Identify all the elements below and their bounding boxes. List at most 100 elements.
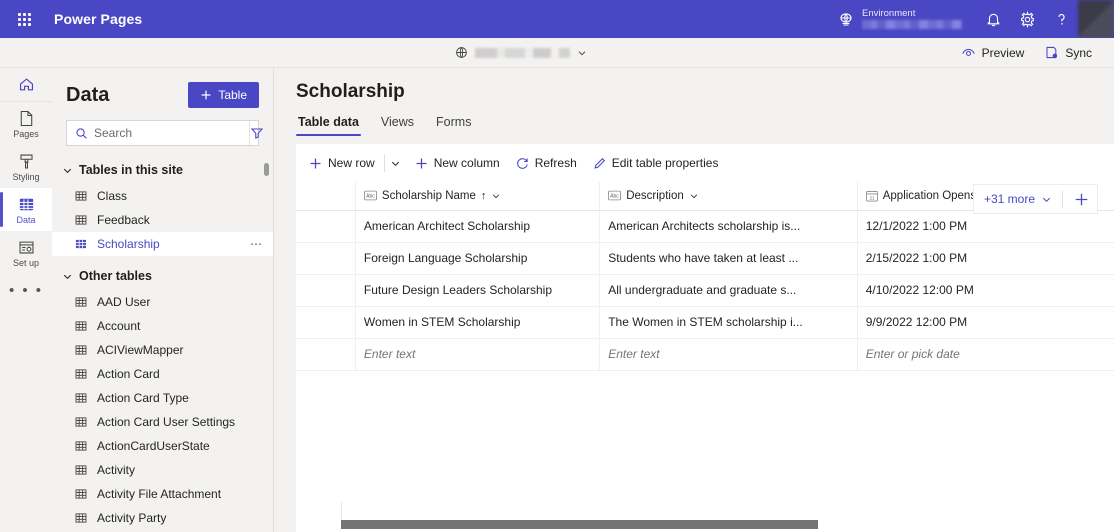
new-row-dropdown-button[interactable] xyxy=(383,154,406,172)
sync-button[interactable]: Sync xyxy=(1036,41,1100,64)
table-item-class[interactable]: Class xyxy=(52,184,273,208)
new-cell-application-opens[interactable]: Enter or pick date xyxy=(857,338,1114,371)
chevron-down-icon[interactable] xyxy=(491,191,501,201)
table-item-scholarship[interactable]: Scholarship ⋯ xyxy=(52,232,273,256)
cell-application-opens[interactable]: 12/1/2022 1:00 PM xyxy=(857,210,1114,243)
table-item-aciviewmapper[interactable]: ACIViewMapper xyxy=(52,338,273,362)
tab-forms[interactable]: Forms xyxy=(434,111,473,136)
preview-button[interactable]: Preview xyxy=(953,41,1033,64)
new-cell-description[interactable]: Enter text xyxy=(599,338,858,371)
search-input[interactable] xyxy=(94,126,249,140)
table-item-action-card[interactable]: Action Card xyxy=(52,362,273,386)
table-item-label: Action Card User Settings xyxy=(97,415,236,429)
grid-scroll-thumb[interactable] xyxy=(341,520,818,529)
add-table-button[interactable]: Table xyxy=(188,82,259,108)
bell-icon[interactable] xyxy=(976,0,1010,38)
sidebar-item-data[interactable]: Data xyxy=(0,187,52,231)
page-title: Data xyxy=(66,83,110,106)
column-header-description[interactable]: Abc Description xyxy=(599,182,858,211)
text-type-icon: Abc xyxy=(364,190,377,201)
column-header-scholarship-name[interactable]: Abc Scholarship Name ↑ xyxy=(355,182,601,211)
tab-table-data[interactable]: Table data xyxy=(296,111,361,136)
chevron-down-icon[interactable] xyxy=(689,191,699,201)
cell-application-opens[interactable]: 4/10/2022 12:00 PM xyxy=(857,274,1114,307)
scroll-track-marker xyxy=(341,502,342,520)
avatar[interactable] xyxy=(1078,0,1114,38)
more-columns-button[interactable]: +31 more xyxy=(984,192,1052,206)
new-row-placeholder[interactable]: Enter text Enter text Enter or pick date… xyxy=(296,338,1114,371)
rail-overflow-button[interactable]: • • • xyxy=(0,274,52,308)
suite-header: Power Pages Environment xyxy=(0,0,1114,38)
tab-views[interactable]: Views xyxy=(379,111,416,136)
grid-horizontal-scrollbar[interactable] xyxy=(341,502,1086,529)
table-icon xyxy=(17,195,36,214)
new-column-button[interactable]: New column xyxy=(408,151,507,175)
group-tables-in-this-site[interactable]: Tables in this site xyxy=(52,156,273,184)
cell-scholarship-name[interactable]: Women in STEM Scholarship xyxy=(355,306,601,339)
cell-description[interactable]: American Architects scholarship is... xyxy=(599,210,858,243)
search-box[interactable] xyxy=(66,120,264,146)
cell-description[interactable]: Students who have taken at least ... xyxy=(599,242,858,275)
waffle-icon[interactable] xyxy=(0,0,48,38)
table-item-overflow-button[interactable]: ⋯ xyxy=(250,237,263,251)
table-item-feedback[interactable]: Feedback xyxy=(52,208,273,232)
cell-application-opens[interactable]: 2/15/2022 1:00 PM xyxy=(857,242,1114,275)
grid-toolbar: New row New column Refresh Edit table pr… xyxy=(296,144,1114,182)
row-selector[interactable] xyxy=(296,242,356,275)
refresh-button[interactable]: Refresh xyxy=(509,151,584,175)
table-item-activity-party[interactable]: Activity Party xyxy=(52,506,273,530)
group-label: Other tables xyxy=(79,269,152,283)
plus-icon xyxy=(309,157,322,170)
tree-scrollbar[interactable] xyxy=(264,163,269,176)
gear-icon[interactable] xyxy=(1010,0,1044,38)
cell-scholarship-name[interactable]: Future Design Leaders Scholarship xyxy=(355,274,601,307)
row-selector[interactable] xyxy=(296,274,356,307)
table-item-label: Account xyxy=(97,319,141,333)
filter-icon[interactable] xyxy=(249,121,264,145)
table-item-activity[interactable]: Activity xyxy=(52,458,273,482)
table-row[interactable]: Women in STEM Scholarship The Women in S… xyxy=(296,306,1114,339)
row-selector[interactable] xyxy=(296,306,356,339)
table-icon xyxy=(74,367,88,381)
edit-table-properties-button[interactable]: Edit table properties xyxy=(586,151,726,175)
table-item-activity-file-attachment[interactable]: Activity File Attachment xyxy=(52,482,273,506)
group-other-tables[interactable]: Other tables xyxy=(52,262,273,290)
table-row[interactable]: Future Design Leaders Scholarship All un… xyxy=(296,274,1114,307)
home-icon[interactable] xyxy=(0,68,52,102)
help-icon[interactable] xyxy=(1044,0,1078,38)
environment-picker[interactable]: Environment xyxy=(838,7,962,30)
sidebar-item-styling[interactable]: Styling xyxy=(0,145,52,188)
table-row[interactable]: Foreign Language Scholarship Students wh… xyxy=(296,242,1114,275)
sidebar-item-pages[interactable]: Pages xyxy=(0,102,52,145)
table-item-label: Activity xyxy=(97,463,136,477)
cell-scholarship-name[interactable]: American Architect Scholarship xyxy=(355,210,601,243)
table-item-action-card-user-settings[interactable]: Action Card User Settings xyxy=(52,410,273,434)
new-cell-scholarship-name[interactable]: Enter text xyxy=(355,338,601,371)
cell-scholarship-name[interactable]: Foreign Language Scholarship xyxy=(355,242,601,275)
sidebar-item-setup[interactable]: Set up xyxy=(0,231,52,274)
table-item-label: Class xyxy=(97,189,128,203)
grid-select-all-header[interactable] xyxy=(296,182,356,211)
sidebar-item-label: Pages xyxy=(13,129,39,139)
row-selector[interactable] xyxy=(296,210,356,243)
cell-description[interactable]: The Women in STEM scholarship i... xyxy=(599,306,858,339)
preview-icon xyxy=(961,45,976,60)
table-item-action-card-type[interactable]: Action Card Type xyxy=(52,386,273,410)
cell-description[interactable]: All undergraduate and graduate s... xyxy=(599,274,858,307)
table-icon xyxy=(74,319,88,333)
row-selector[interactable] xyxy=(296,338,356,371)
add-column-button[interactable] xyxy=(1069,187,1093,211)
column-header-label: Description xyxy=(626,189,684,202)
calendar-icon: 21 xyxy=(865,190,878,202)
environment-label: Environment xyxy=(862,7,916,19)
table-row[interactable]: American Architect Scholarship American … xyxy=(296,210,1114,243)
text-type-icon: Abc xyxy=(608,190,622,201)
new-row-button[interactable]: New row xyxy=(302,151,382,175)
table-item-actioncarduserstate[interactable]: ActionCardUserState xyxy=(52,434,273,458)
table-item-aad-user[interactable]: AAD User xyxy=(52,290,273,314)
table-item-account[interactable]: Account xyxy=(52,314,273,338)
site-selector[interactable] xyxy=(455,46,587,59)
chevron-down-icon[interactable] xyxy=(577,48,587,58)
cell-application-opens[interactable]: 9/9/2022 12:00 PM xyxy=(857,306,1114,339)
search-row xyxy=(52,120,273,156)
